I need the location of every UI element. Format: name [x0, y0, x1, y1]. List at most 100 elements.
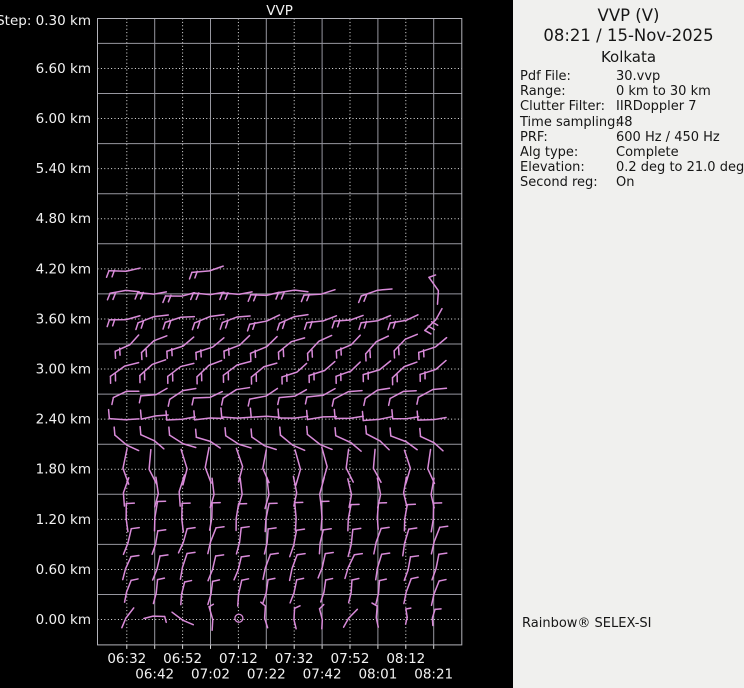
wind-barb-feather — [324, 577, 334, 581]
wind-barb — [360, 314, 392, 324]
wind-barb — [320, 579, 327, 603]
wind-barb — [223, 334, 251, 352]
wind-barb — [139, 359, 167, 377]
wind-barb-feather — [113, 426, 116, 436]
wind-barb-feather — [357, 295, 363, 304]
wind-barb-feather — [416, 410, 419, 421]
wind-barb-feather — [331, 320, 336, 329]
wind-barb — [181, 502, 185, 533]
wind-barb-feather — [224, 320, 229, 329]
wind-barb-feather — [163, 615, 167, 624]
wind-barb-feather — [106, 319, 111, 328]
field-value: 0 km to 30 km — [616, 84, 711, 100]
wind-barb-feather — [162, 295, 167, 304]
wind-barb — [235, 503, 240, 532]
wind-barb — [140, 433, 165, 450]
wind-profile-plot: VVP Step: 0.30 km 6.60 km 6.00 km 5.40 km 4.8… — [0, 3, 463, 683]
wind-barb-feather — [438, 552, 448, 556]
wind-barb — [166, 416, 196, 421]
wind-barb-feather — [281, 320, 286, 330]
field-value: 48 — [616, 114, 633, 130]
wind-barb — [196, 359, 223, 378]
wind-barb-feather — [220, 397, 224, 406]
wind-barb — [180, 448, 188, 486]
field-label: Elevation: — [520, 160, 585, 176]
wind-barb — [235, 527, 242, 555]
x-axis-label: 07:32 — [275, 651, 314, 667]
wind-barb-feather — [267, 527, 277, 530]
field-label: Alg type: — [520, 144, 579, 160]
plot-title: VVP — [266, 3, 293, 19]
wind-barb-feather — [167, 320, 172, 329]
wind-barb-feather — [378, 578, 388, 582]
wind-barb — [374, 553, 383, 581]
wind-barb — [108, 417, 140, 421]
field-label: Second reg: — [520, 175, 598, 191]
wind-barb — [294, 449, 302, 487]
wind-barb-feather — [140, 320, 145, 329]
wind-barb-feather — [324, 551, 334, 555]
wind-barb — [306, 433, 333, 451]
x-axis-label: 07:02 — [191, 667, 230, 683]
wind-barb-feather — [214, 554, 225, 557]
product-datetime: 08:21 / 15-Nov-2025 — [543, 26, 714, 45]
wind-barb-feather — [277, 408, 280, 419]
wind-barb — [419, 359, 447, 376]
wind-barb-feather — [208, 603, 215, 608]
wind-barb-feather — [162, 321, 166, 330]
y-axis-label: 5.40 km — [36, 161, 91, 177]
wind-barb-feather — [300, 294, 305, 303]
field-value: 30.vvp — [616, 69, 661, 84]
wind-barb-feather — [211, 579, 221, 583]
wind-barb — [207, 527, 217, 555]
wind-barb-feather — [304, 396, 308, 405]
wind-barb — [390, 435, 418, 451]
wind-barb — [122, 477, 130, 507]
x-axis-label: 06:52 — [163, 651, 202, 667]
wind-barb — [250, 362, 278, 378]
wind-barb-feather — [196, 320, 201, 329]
wind-barb-feather — [419, 427, 422, 438]
wind-barb-feather — [363, 294, 368, 303]
wind-barb — [279, 434, 306, 452]
wind-barb-feather — [240, 554, 250, 558]
wind-barb-feather — [276, 322, 281, 331]
wind-barb-feather — [353, 552, 364, 556]
wind-barb-feather — [276, 396, 280, 406]
wind-barb — [164, 315, 196, 324]
wind-barb-feather — [361, 410, 364, 422]
wind-barb — [362, 360, 392, 376]
wind-barb-feather — [183, 579, 193, 583]
wind-barb-feather — [219, 321, 224, 330]
y-axis-label: 6.60 km — [36, 61, 91, 77]
wind-barb-feather — [130, 554, 140, 558]
wind-barb-feather — [334, 426, 337, 437]
wind-barb-feather — [168, 426, 171, 436]
y-axis-label: 1.80 km — [36, 462, 91, 478]
wind-barb — [347, 503, 352, 532]
y-axis-label: 4.80 km — [36, 211, 91, 227]
wind-barb-feather — [303, 321, 308, 331]
wind-barb-feather — [159, 554, 169, 557]
wind-barb-feather — [434, 608, 442, 611]
wind-barb — [192, 390, 224, 399]
metadata-field-row: Elevation: 0.2 deg to 21.0 deg — [513, 160, 744, 175]
wind-barb-feather — [269, 552, 279, 556]
x-axis-label: 06:42 — [135, 667, 174, 683]
wind-barb-feather — [322, 527, 332, 531]
axis-labels-layer: VVP Step: 0.30 km 6.60 km 6.00 km 5.40 km 4.8… — [0, 3, 453, 683]
wind-barb — [277, 289, 309, 294]
wind-barb-feather — [107, 408, 111, 420]
wind-barb-feather — [380, 552, 391, 556]
wind-barb — [289, 579, 298, 604]
wind-barb-feather — [250, 428, 253, 438]
wind-barb — [122, 527, 133, 556]
product-title: VVP (V) — [597, 6, 660, 25]
y-axis-label: 6.00 km — [36, 111, 91, 127]
metadata-field-row: Alg type: Complete — [513, 145, 744, 160]
x-axis-label: 06:32 — [107, 651, 146, 667]
wind-barb-feather — [363, 397, 367, 407]
wind-barb-feather — [191, 322, 196, 331]
wind-barb-feather — [439, 525, 449, 529]
wind-barb — [278, 415, 309, 419]
